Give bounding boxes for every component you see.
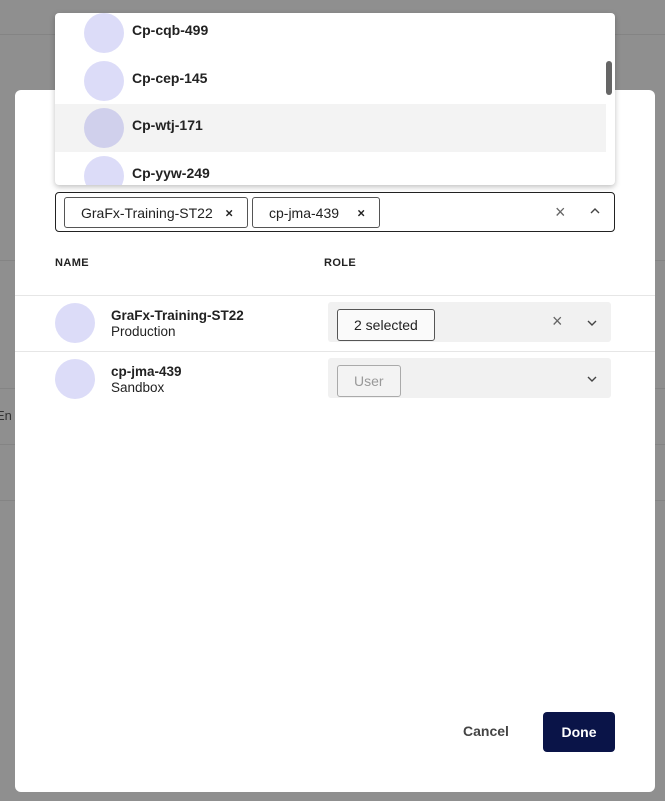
option-label: Cp-cep-145 [132,70,208,86]
chevron-up-icon[interactable] [590,206,600,216]
selected-chip: GraFx-Training-ST22 × [64,197,248,228]
chip-remove-icon[interactable]: × [225,205,233,220]
dropdown-option[interactable]: Cp-cqb-499 [55,13,606,57]
cancel-button[interactable]: Cancel [463,723,509,739]
role-pill[interactable]: User [337,365,401,397]
table-divider [15,295,655,296]
chip-remove-icon[interactable]: × [357,205,365,220]
avatar [84,61,124,101]
row-environment: Sandbox [111,380,165,395]
clear-role-icon[interactable]: × [552,311,563,331]
option-label: Cp-yyw-249 [132,165,210,181]
avatar [55,359,95,399]
option-label: Cp-wtj-171 [132,117,203,133]
done-button[interactable]: Done [543,712,615,752]
assign-modal: GraFx-Training-ST22 × cp-jma-439 × × NAM… [15,90,655,792]
row-environment: Production [111,324,176,339]
avatar [84,108,124,148]
environment-dropdown-list: Cp-cqb-499 Cp-cep-145 Cp-wtj-171 Cp-yyw-… [55,13,615,185]
role-pill[interactable]: 2 selected [337,309,435,341]
dropdown-scrollbar[interactable] [606,61,612,95]
column-header-name: NAME [55,257,89,269]
role-select[interactable]: 2 selected × [328,302,611,342]
background-text: En [0,408,12,423]
column-header-role: ROLE [324,257,357,269]
selected-chip: cp-jma-439 × [252,197,380,228]
table-divider [15,351,655,352]
avatar [84,156,124,185]
environment-multiselect[interactable]: GraFx-Training-ST22 × cp-jma-439 × × [55,192,615,232]
dropdown-option[interactable]: Cp-wtj-171 [55,104,606,152]
avatar [84,13,124,53]
dropdown-option[interactable]: Cp-cep-145 [55,57,606,105]
option-label: Cp-cqb-499 [132,22,209,38]
dropdown-option[interactable]: Cp-yyw-249 [55,152,606,185]
row-name: GraFx-Training-ST22 [111,308,244,323]
clear-all-icon[interactable]: × [555,202,566,222]
chevron-down-icon[interactable] [587,374,597,384]
chip-label: GraFx-Training-ST22 [81,204,213,221]
row-name: cp-jma-439 [111,364,182,379]
role-select[interactable]: User [328,358,611,398]
avatar [55,303,95,343]
chip-label: cp-jma-439 [269,204,340,221]
chevron-down-icon[interactable] [587,318,597,328]
